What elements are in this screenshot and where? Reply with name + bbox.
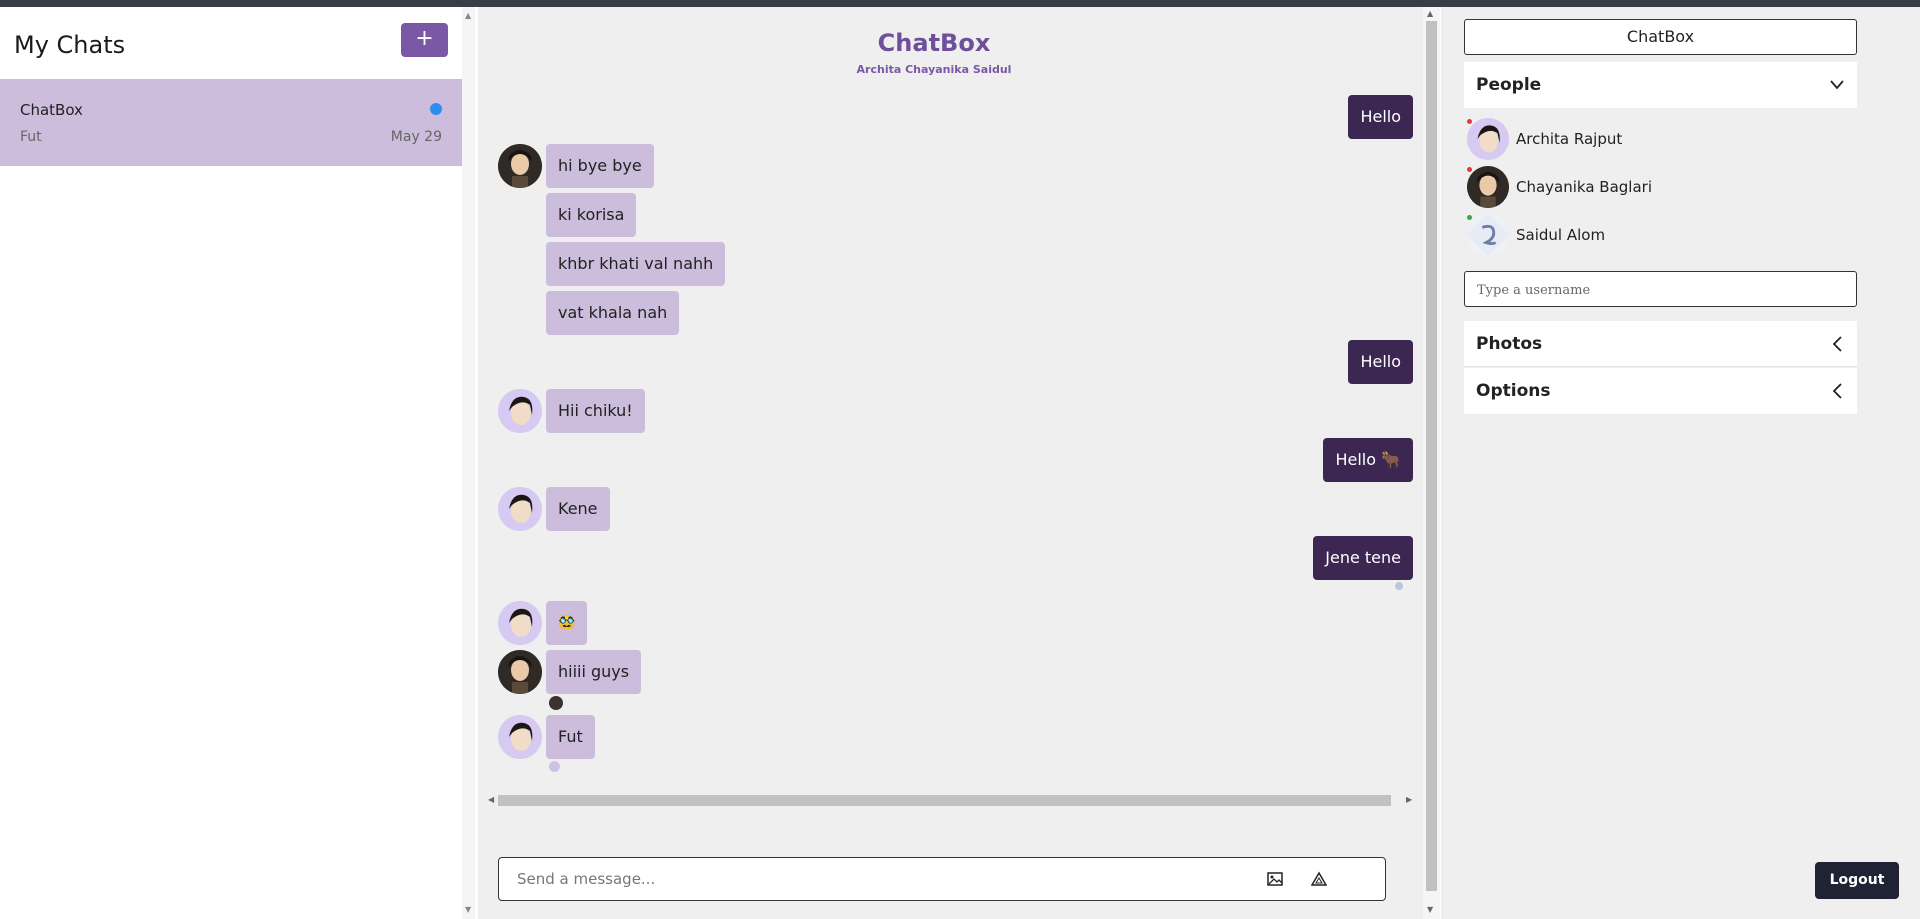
read-receipt-avatar xyxy=(1395,582,1403,590)
conversation-title: ChatBox xyxy=(877,29,991,57)
chat-list-panel: My Chats + ChatBox Fut May 29 ▲ ▼ xyxy=(0,7,475,919)
message-incoming: Kene xyxy=(546,487,610,531)
chat-list-scrollbar[interactable]: ▲ ▼ xyxy=(462,7,475,919)
photos-label: Photos xyxy=(1476,334,1543,354)
sender-avatar xyxy=(498,601,542,645)
message-incoming: hi bye bye xyxy=(546,144,654,188)
messages-vertical-scrollbar[interactable]: ▲ ▼ xyxy=(1423,7,1440,919)
window-top-bar xyxy=(0,0,1920,7)
message-incoming: vat khala nah xyxy=(546,291,680,335)
logout-button[interactable]: Logout xyxy=(1815,862,1899,899)
person-name: Saidul Alom xyxy=(1516,226,1606,244)
sender-avatar xyxy=(498,389,542,433)
scroll-down-icon[interactable]: ▼ xyxy=(1427,905,1433,914)
message-outgoing: Hello xyxy=(1348,340,1413,384)
attach-image-icon[interactable] xyxy=(1267,872,1283,886)
message-composer xyxy=(498,857,1386,901)
person-name: Chayanika Baglari xyxy=(1516,178,1652,196)
people-section-toggle[interactable]: People xyxy=(1464,62,1857,108)
message-incoming: Hii chiku! xyxy=(546,389,645,433)
message-incoming: Fut xyxy=(546,715,595,759)
chat-item-date: May 29 xyxy=(390,129,442,145)
options-label: Options xyxy=(1476,381,1551,401)
message-outgoing: Jene tene xyxy=(1313,536,1413,580)
add-user-field xyxy=(1464,271,1857,307)
message-incoming: 🥸 xyxy=(546,601,588,645)
person-avatar xyxy=(1467,214,1509,256)
conversation-members: Archita Chayanika Saidul xyxy=(856,63,1012,76)
scroll-up-icon[interactable]: ▲ xyxy=(465,11,471,20)
chat-list-item[interactable]: ChatBox Fut May 29 xyxy=(0,79,462,166)
message-outgoing: Hello xyxy=(1348,95,1413,139)
conversation-panel: ChatBox Archita Chayanika Saidul Hello h… xyxy=(478,7,1440,919)
message-incoming: hiiii guys xyxy=(546,650,642,694)
chat-list-title: My Chats xyxy=(14,31,126,59)
chevron-left-icon xyxy=(1829,368,1845,432)
message-input[interactable] xyxy=(517,868,1217,890)
new-chat-button[interactable]: + xyxy=(401,23,448,57)
chat-item-name: ChatBox xyxy=(20,101,83,119)
chat-details-panel: ChatBox People Archita Rajput Chayanika … xyxy=(1441,7,1920,919)
scroll-left-icon[interactable]: ◀ xyxy=(488,795,494,804)
details-title: ChatBox xyxy=(1464,19,1857,55)
status-dot-icon xyxy=(1467,215,1472,220)
sender-avatar xyxy=(498,144,542,188)
sender-avatar xyxy=(498,487,542,531)
status-dot-icon xyxy=(1467,167,1472,172)
read-receipt-avatar xyxy=(549,761,560,772)
unread-dot-icon xyxy=(430,103,442,115)
person-avatar xyxy=(1467,118,1509,160)
people-label: People xyxy=(1476,75,1542,95)
message-incoming: ki korisa xyxy=(546,193,637,237)
person-name: Archita Rajput xyxy=(1516,130,1623,148)
chevron-down-icon xyxy=(1829,62,1845,126)
gif-icon[interactable] xyxy=(1311,871,1327,887)
options-section-toggle[interactable]: Options xyxy=(1464,368,1857,414)
message-outgoing: Hello 🐂 xyxy=(1323,438,1413,482)
status-dot-icon xyxy=(1467,119,1472,124)
person-row[interactable]: Archita Rajput xyxy=(1464,118,1857,162)
scroll-up-icon[interactable]: ▲ xyxy=(1427,9,1433,18)
messages-horizontal-scrollbar[interactable]: ◀ ▶ xyxy=(486,792,1416,808)
chat-list-header: My Chats + xyxy=(0,7,462,79)
sender-avatar xyxy=(498,650,542,694)
username-input[interactable] xyxy=(1477,280,1837,300)
person-row[interactable]: Saidul Alom xyxy=(1464,214,1857,258)
read-receipt-avatar xyxy=(549,696,563,710)
sender-avatar xyxy=(498,715,542,759)
scroll-down-icon[interactable]: ▼ xyxy=(465,905,471,914)
photos-section-toggle[interactable]: Photos xyxy=(1464,321,1857,367)
scroll-right-icon[interactable]: ▶ xyxy=(1406,795,1412,804)
vertical-scroll-thumb[interactable] xyxy=(1426,21,1437,891)
person-avatar xyxy=(1467,166,1509,208)
horizontal-scroll-thumb[interactable] xyxy=(498,795,1391,806)
chat-item-last-message: Fut xyxy=(20,129,42,145)
message-incoming: khbr khati val nahh xyxy=(546,242,726,286)
person-row[interactable]: Chayanika Baglari xyxy=(1464,166,1857,210)
